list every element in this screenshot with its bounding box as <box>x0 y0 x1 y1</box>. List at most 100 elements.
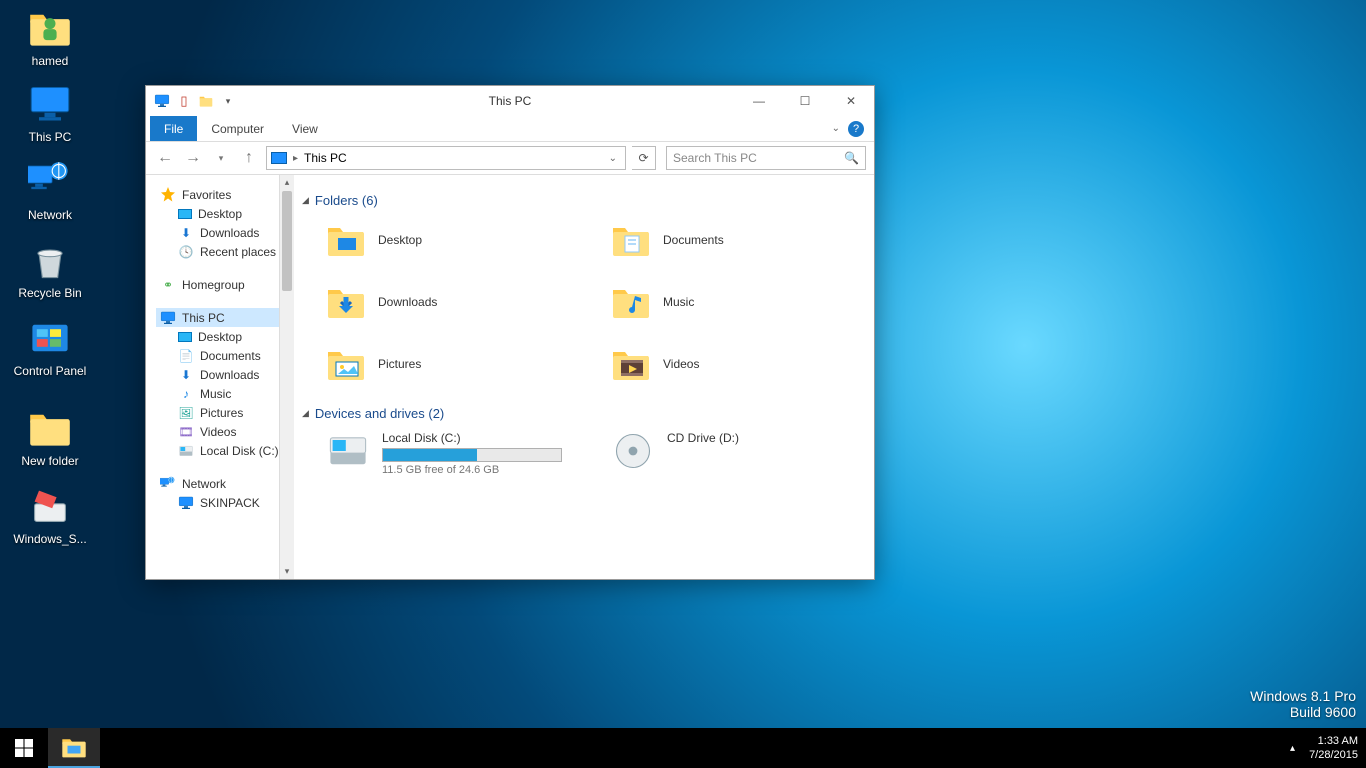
folder-label: Desktop <box>378 233 422 247</box>
tree-fav-recent[interactable]: 🕓Recent places <box>156 242 290 261</box>
desktop-icon <box>178 332 192 342</box>
search-input[interactable]: Search This PC 🔍 <box>666 146 866 170</box>
breadcrumb[interactable]: This PC <box>304 151 347 165</box>
close-button[interactable]: ✕ <box>828 86 874 116</box>
tree-pc-pictures[interactable]: 🖼Pictures <box>156 403 290 422</box>
drive-local-disk[interactable]: Local Disk (C:) 11.5 GB free of 24.6 GB <box>326 431 571 476</box>
qat-new-folder-icon[interactable] <box>198 93 214 109</box>
tree-network[interactable]: Network <box>156 474 290 493</box>
desktop-icon-network[interactable]: Network <box>12 160 88 222</box>
documents-icon: 📄 <box>178 348 194 364</box>
clock-time: 1:33 AM <box>1309 734 1358 748</box>
maximize-button[interactable]: ☐ <box>782 86 828 116</box>
tree-label: Downloads <box>200 368 259 382</box>
folder-label: Pictures <box>378 357 421 371</box>
tree-pc-documents[interactable]: 📄Documents <box>156 346 290 365</box>
folder-downloads[interactable]: Downloads <box>326 280 571 324</box>
folder-label: Music <box>663 295 694 309</box>
section-drives[interactable]: ◢ Devices and drives (2) <box>302 406 856 421</box>
start-button[interactable] <box>0 728 48 768</box>
scrollbar-thumb[interactable] <box>282 191 292 291</box>
minimize-button[interactable]: — <box>736 86 782 116</box>
ribbon-expand-icon[interactable]: ⌄ <box>832 123 840 134</box>
tree-label: Homegroup <box>182 278 245 292</box>
desktop-icon-this-pc[interactable]: This PC <box>12 82 88 144</box>
address-dropdown-icon[interactable]: ⌄ <box>609 153 621 164</box>
tab-view[interactable]: View <box>278 116 332 141</box>
tray-overflow-icon[interactable]: ▴ <box>1284 743 1301 754</box>
desktop-icon-new-folder[interactable]: New folder <box>12 406 88 468</box>
desktop-label: hamed <box>12 54 88 68</box>
tree-label: SKINPACK <box>200 496 260 510</box>
tree-this-pc[interactable]: This PC <box>156 308 290 327</box>
scroll-down-icon[interactable]: ▾ <box>280 564 294 579</box>
tree-net-skinpack[interactable]: SKINPACK <box>156 493 290 512</box>
qat-properties-icon[interactable]: ▯ <box>176 93 192 109</box>
drive-cd[interactable]: CD Drive (D:) <box>611 431 856 476</box>
recent-dropdown-icon[interactable]: ▾ <box>210 147 232 169</box>
desktop-icon-control-panel[interactable]: Control Panel <box>12 316 88 378</box>
tree-fav-downloads[interactable]: ⬇Downloads <box>156 223 290 242</box>
folder-documents[interactable]: Documents <box>611 218 856 262</box>
system-tray: ▴ 1:33 AM 7/28/2015 <box>1284 728 1366 768</box>
desktop-icon-windows-s[interactable]: Windows_S... <box>12 484 88 546</box>
tab-computer[interactable]: Computer <box>197 116 278 141</box>
refresh-button[interactable]: ⟳ <box>632 146 656 170</box>
collapse-icon: ◢ <box>302 195 309 206</box>
tree-label: Network <box>182 477 226 491</box>
taskbar-explorer[interactable] <box>48 728 100 768</box>
sidebar-scrollbar[interactable]: ▴ ▾ <box>279 175 294 579</box>
folder-pictures[interactable]: Pictures <box>326 342 571 386</box>
tree-favorites[interactable]: Favorites <box>156 185 290 204</box>
folder-desktop[interactable]: Desktop <box>326 218 571 262</box>
tree-pc-desktop[interactable]: Desktop <box>156 327 290 346</box>
clock-date: 7/28/2015 <box>1309 748 1358 762</box>
tree-pc-music[interactable]: ♪Music <box>156 384 290 403</box>
folder-videos[interactable]: Videos <box>611 342 856 386</box>
control-panel-icon <box>28 316 72 360</box>
tree-homegroup[interactable]: ⚭Homegroup <box>156 275 290 294</box>
installer-icon <box>28 484 72 528</box>
desktop-icon-recycle-bin[interactable]: Recycle Bin <box>12 238 88 300</box>
scroll-up-icon[interactable]: ▴ <box>280 175 294 190</box>
documents-folder-icon <box>611 220 651 260</box>
disc-icon <box>611 431 655 471</box>
tree-label: Desktop <box>198 207 242 221</box>
drive-name: CD Drive (D:) <box>667 431 856 445</box>
forward-button[interactable]: → <box>182 147 204 169</box>
drive-free-text: 11.5 GB free of 24.6 GB <box>382 464 571 476</box>
taskbar-clock[interactable]: 1:33 AM 7/28/2015 <box>1309 734 1358 763</box>
taskbar: ▴ 1:33 AM 7/28/2015 <box>0 728 1366 768</box>
folder-label: Downloads <box>378 295 437 309</box>
section-title: Folders (6) <box>315 193 378 208</box>
breadcrumb-sep: ▸ <box>293 153 298 164</box>
titlebar[interactable]: ▯ ▾ This PC — ☐ ✕ <box>146 86 874 116</box>
watermark: Windows 8.1 Pro Build 9600 <box>1250 688 1356 720</box>
up-button[interactable]: ↑ <box>238 147 260 169</box>
tab-file[interactable]: File <box>150 116 197 141</box>
tree-label: Downloads <box>200 226 259 240</box>
app-icon <box>154 93 170 109</box>
address-bar[interactable]: ▸ This PC ⌄ <box>266 146 626 170</box>
desktop-label: Network <box>12 208 88 222</box>
tree-pc-local-disk[interactable]: Local Disk (C:) <box>156 441 290 460</box>
back-button[interactable]: ← <box>154 147 176 169</box>
folder-label: Videos <box>663 357 699 371</box>
tree-fav-desktop[interactable]: Desktop <box>156 204 290 223</box>
folder-music[interactable]: Music <box>611 280 856 324</box>
explorer-window: ▯ ▾ This PC — ☐ ✕ File Computer View ⌄ ?… <box>145 85 875 580</box>
music-icon: ♪ <box>178 386 194 402</box>
search-placeholder: Search This PC <box>673 151 757 165</box>
section-folders[interactable]: ◢ Folders (6) <box>302 193 856 208</box>
windows-logo-icon <box>15 739 33 757</box>
tree-pc-downloads[interactable]: ⬇Downloads <box>156 365 290 384</box>
network-icon <box>160 476 176 492</box>
help-icon[interactable]: ? <box>848 121 864 137</box>
drive-name: Local Disk (C:) <box>382 431 571 445</box>
tree-pc-videos[interactable]: 🎞Videos <box>156 422 290 441</box>
user-folder-icon <box>28 6 72 50</box>
desktop-icon-user[interactable]: hamed <box>12 6 88 68</box>
qat-dropdown-icon[interactable]: ▾ <box>220 93 236 109</box>
hdd-icon <box>178 443 194 459</box>
folder-label: Documents <box>663 233 724 247</box>
